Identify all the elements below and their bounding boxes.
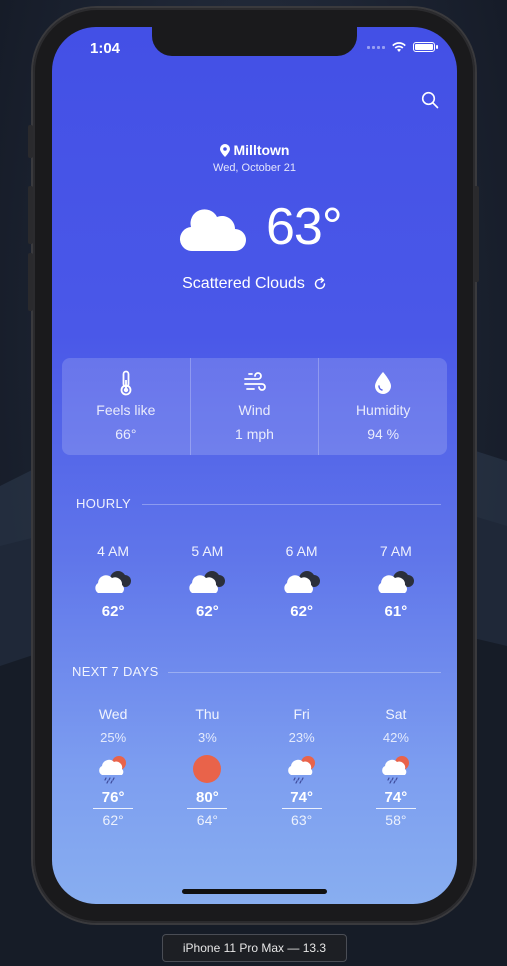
hourly-item: 5 AM 62° (160, 543, 254, 620)
stats-panel: Feels like 66° Wind 1 mph Humidity 94 % (62, 358, 447, 455)
day-name: Sat (385, 706, 407, 722)
partly-cloudy-night-icon (189, 571, 226, 593)
precip-chance: 42% (382, 730, 409, 745)
hour-temp: 62° (290, 603, 313, 620)
power-button (474, 186, 479, 282)
high-temp: 80° (187, 789, 228, 809)
rain-sun-icon (382, 756, 409, 784)
simulator-device-label: iPhone 11 Pro Max — 13.3 (162, 934, 347, 962)
rain-sun-icon (99, 756, 127, 784)
cloud-icon (179, 209, 246, 252)
daily-item: Thu 3% 80° 64° (160, 706, 254, 828)
home-indicator[interactable] (182, 889, 327, 894)
stat-label: Humidity (355, 402, 411, 418)
hourly-item: 6 AM 62° (255, 543, 349, 620)
refresh-icon[interactable] (313, 277, 327, 291)
mute-switch (28, 125, 33, 158)
stat-feels-like: Feels like 66° (62, 358, 190, 455)
wind-icon (243, 372, 266, 391)
hourly-item: 7 AM 61° (349, 543, 443, 620)
day-name: Thu (195, 706, 220, 722)
precip-chance: 23% (288, 730, 315, 745)
hour-temp: 62° (101, 603, 125, 620)
hourly-title: HOURLY (76, 496, 132, 511)
daily-title: NEXT 7 DAYS (72, 664, 159, 679)
precip-chance: 3% (197, 730, 217, 745)
current-temperature: 63° (266, 198, 343, 256)
battery-icon (413, 42, 438, 52)
wifi-icon (392, 42, 406, 52)
divider (168, 672, 441, 673)
low-temp: 62° (102, 812, 124, 828)
thermometer-icon (120, 370, 132, 396)
daily-item: Wed 25% 76° 62° (66, 706, 160, 828)
low-temp: 58° (385, 812, 407, 828)
daily-forecast: Wed 25% 76° 62° Thu 3% 80° 64° Fri 23% 7… (66, 706, 443, 828)
notch (152, 27, 357, 56)
high-temp: 74° (375, 789, 416, 809)
location-name: Milltown (233, 142, 290, 158)
precip-chance: 25% (100, 730, 127, 745)
hour-temp: 61° (384, 603, 408, 620)
status-icons (367, 41, 438, 53)
signal-icon (367, 45, 385, 49)
partly-cloudy-night-icon (283, 571, 320, 593)
stat-wind: Wind 1 mph (189, 358, 319, 455)
hour-temp: 62° (196, 603, 219, 620)
current-date: Wed, October 21 (213, 162, 296, 174)
hour-time: 5 AM (191, 543, 224, 559)
sun-icon (193, 755, 222, 783)
droplet-icon (375, 372, 392, 394)
partly-cloudy-night-icon (378, 571, 414, 593)
location-label[interactable]: Milltown (52, 142, 457, 158)
high-temp: 76° (93, 789, 134, 809)
stat-label: Feels like (96, 402, 156, 418)
condition-text: Scattered Clouds (182, 275, 305, 292)
hour-time: 6 AM (285, 543, 318, 559)
stat-label: Wind (238, 402, 271, 418)
daily-item: Sat 42% 74° 58° (349, 706, 443, 828)
hour-time: 7 AM (379, 543, 412, 559)
stat-value: 1 mph (235, 426, 274, 442)
rain-sun-icon (287, 756, 315, 784)
stat-value: 94 % (367, 426, 400, 442)
daily-item: Fri 23% 74° 63° (255, 706, 349, 828)
hourly-forecast: 4 AM 62° 5 AM 62° 6 AM 62° 7 AM 61° (66, 543, 443, 620)
stat-humidity: Humidity 94 % (318, 358, 447, 455)
day-name: Wed (98, 706, 128, 722)
volume-up-button (28, 186, 33, 244)
status-time: 1:04 (90, 40, 121, 57)
app-screen: 1:04 Milltown Wed, October 21 63° Scatte… (52, 27, 457, 904)
search-icon[interactable] (421, 91, 439, 109)
stat-value: 66° (115, 426, 137, 442)
hourly-item: 4 AM 62° (66, 543, 160, 620)
hour-time: 4 AM (97, 543, 130, 559)
low-temp: 63° (291, 812, 313, 828)
volume-down-button (28, 253, 33, 311)
map-pin-icon (219, 143, 230, 157)
partly-cloudy-night-icon (95, 571, 132, 593)
high-temp: 74° (281, 789, 322, 809)
day-name: Fri (293, 706, 310, 722)
low-temp: 64° (196, 812, 218, 828)
divider (142, 504, 441, 505)
condition-row: Scattered Clouds (52, 275, 457, 293)
